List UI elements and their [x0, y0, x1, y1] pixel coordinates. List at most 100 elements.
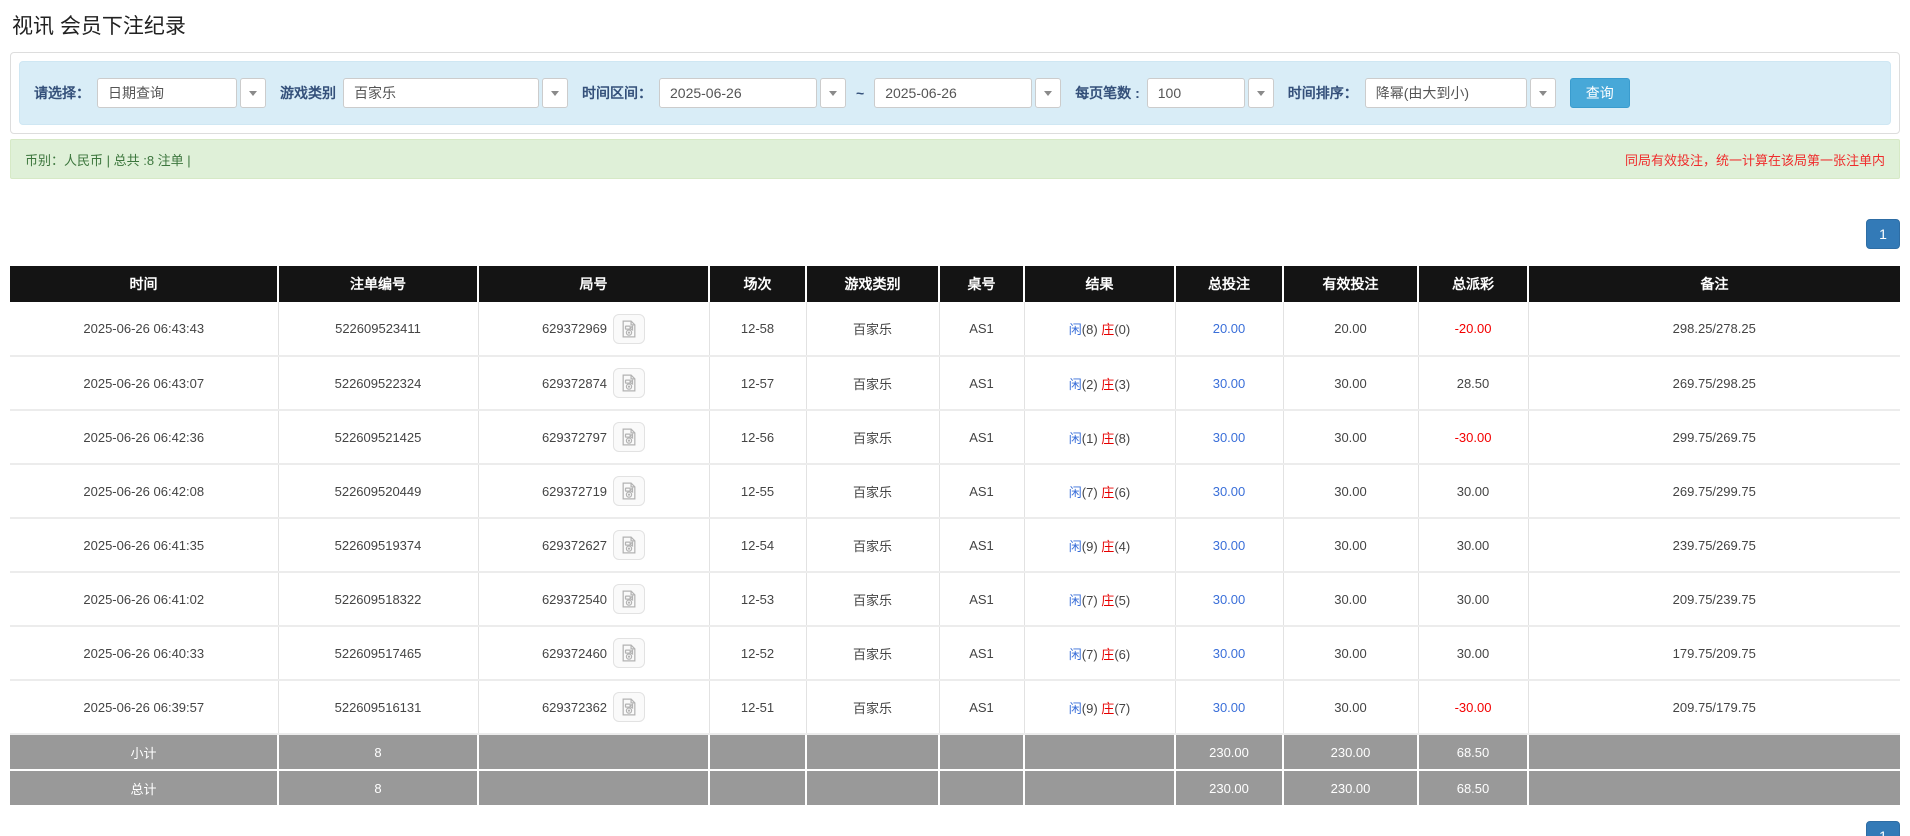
- date-from-input[interactable]: [659, 78, 817, 108]
- cell-round-id: 629372362: [478, 680, 710, 735]
- cell-valid-bet: 30.00: [1283, 356, 1419, 411]
- cell-valid-bet: 30.00: [1283, 626, 1419, 681]
- cell-time: 2025-06-26 06:43:07: [10, 356, 279, 411]
- cell-valid-bet: 30.00: [1283, 572, 1419, 627]
- round-id-value: 629372969: [541, 321, 608, 336]
- total-bet-link[interactable]: 30.00: [1213, 376, 1246, 391]
- cell-session: 12-52: [709, 626, 807, 681]
- game-type-dropdown-button[interactable]: [542, 78, 568, 108]
- video-file-icon[interactable]: [613, 313, 646, 344]
- cell-table-id: AS1: [939, 302, 1025, 357]
- cell-total-bet: 30.00: [1175, 572, 1284, 627]
- per-page-input[interactable]: [1146, 78, 1245, 108]
- cell-valid-bet: 30.00: [1283, 464, 1419, 519]
- round-id-with-video: 629372874: [541, 368, 646, 398]
- cell-bet-id: 522609522324: [278, 356, 479, 411]
- cell-payout: 30.00: [1418, 626, 1529, 681]
- cell-round-id: 629372627: [478, 518, 710, 573]
- per-page-combobox: [1146, 78, 1274, 108]
- cell-result: 闲(7) 庄(6): [1024, 626, 1176, 681]
- caret-down-icon: [1538, 90, 1547, 96]
- cell-total-bet: 30.00: [1175, 680, 1284, 735]
- date-to-input[interactable]: [874, 78, 1033, 108]
- result-banker-label: 庄: [1101, 646, 1115, 662]
- cell-payout: 30.00: [1418, 518, 1529, 573]
- cell-note: 298.25/278.25: [1528, 302, 1900, 357]
- video-file-icon[interactable]: [613, 692, 646, 722]
- query-mode-dropdown-button[interactable]: [240, 78, 266, 108]
- total-bet-link[interactable]: 30.00: [1213, 592, 1246, 607]
- round-id-with-video: 629372362: [542, 692, 646, 722]
- cell-result: [1024, 770, 1176, 807]
- cell-note: 269.75/298.25: [1528, 356, 1900, 411]
- total-bet-link[interactable]: 30.00: [1213, 700, 1246, 715]
- cell-time: 2025-06-26 06:40:33: [10, 626, 279, 681]
- video-file-icon[interactable]: [613, 368, 646, 398]
- cell-game-type: 百家乐: [806, 572, 940, 627]
- result-banker-label: 庄: [1101, 484, 1115, 500]
- video-file-icon[interactable]: [613, 584, 646, 614]
- cell-result: 闲(2) 庄(3): [1024, 356, 1176, 411]
- date-from-combobox: [659, 78, 846, 108]
- caret-down-icon: [1044, 90, 1053, 96]
- cell-note: 179.75/209.75: [1528, 626, 1900, 681]
- cell-valid-bet: 30.00: [1283, 518, 1419, 573]
- total-row: 总计 8 230.00 230.00 68.50: [10, 770, 1900, 807]
- cell-total-bet: 30.00: [1175, 464, 1284, 519]
- cell-round-id: 629372719: [478, 464, 710, 519]
- cell-note: 209.75/179.75: [1528, 680, 1900, 735]
- page-title: 视讯 会员下注纪录: [12, 15, 186, 38]
- result-player-label: 闲: [1068, 538, 1082, 554]
- cell-round-id: [478, 734, 710, 771]
- time-sort-dropdown-button[interactable]: [1529, 78, 1556, 108]
- page-1-button[interactable]: 1: [1866, 219, 1900, 249]
- summary-total-bet: 230.00: [1175, 770, 1284, 807]
- date-to-dropdown-button[interactable]: [1035, 78, 1062, 108]
- round-id-value: 629372874: [541, 375, 608, 391]
- page-1-button[interactable]: 1: [1866, 821, 1900, 836]
- video-file-icon[interactable]: [613, 530, 646, 560]
- cell-table-id: AS1: [939, 626, 1025, 681]
- header-total-bet: 总投注: [1175, 266, 1284, 302]
- cell-game-type: 百家乐: [806, 356, 940, 411]
- result-banker-label: 庄: [1101, 376, 1115, 392]
- time-sort-label: 时间排序：: [1287, 85, 1358, 101]
- time-range-label: 时间区间：: [582, 85, 652, 101]
- header-game-type: 游戏类别: [806, 266, 940, 302]
- time-sort-input[interactable]: [1364, 78, 1527, 108]
- per-page-dropdown-button[interactable]: [1247, 78, 1274, 108]
- cell-bet-id: 522609516131: [278, 680, 479, 735]
- total-bet-link[interactable]: 30.00: [1213, 646, 1246, 661]
- cell-time: 2025-06-26 06:39:57: [10, 680, 279, 735]
- cell-game-type: [806, 734, 940, 771]
- cell-note: [1528, 770, 1900, 807]
- date-from-dropdown-button[interactable]: [820, 78, 846, 108]
- video-file-icon[interactable]: [613, 476, 646, 506]
- cell-round-id: 629372969: [478, 302, 710, 357]
- video-file-icon[interactable]: [613, 638, 646, 668]
- cell-session: 12-56: [709, 410, 807, 465]
- result-player-label: 闲: [1068, 376, 1082, 392]
- cell-game-type: 百家乐: [806, 518, 940, 573]
- result-player-label: 闲: [1068, 646, 1082, 662]
- summary-count: 8: [278, 734, 479, 771]
- total-bet-link[interactable]: 30.00: [1213, 484, 1246, 499]
- cell-game-type: 百家乐: [806, 464, 940, 519]
- cell-session: 12-55: [709, 464, 807, 519]
- total-bet-link[interactable]: 20.00: [1213, 321, 1246, 336]
- round-id-with-video: 629372797: [542, 422, 646, 452]
- cell-total-bet: 30.00: [1175, 410, 1284, 465]
- caret-down-icon: [249, 90, 257, 96]
- video-file-icon[interactable]: [613, 422, 646, 452]
- result-banker-score: (0): [1114, 322, 1131, 337]
- cell-valid-bet: 30.00: [1283, 680, 1419, 735]
- total-bet-link[interactable]: 30.00: [1213, 538, 1246, 553]
- table-body: 2025-06-26 06:43:43 522609523411 629372969…: [10, 302, 1900, 807]
- table-header-row: 时间 注单编号 局号 场次 游戏类别 桌号 结果 总投注 有效投注 总派彩 备注: [10, 266, 1900, 302]
- total-bet-link[interactable]: 30.00: [1213, 430, 1246, 445]
- query-mode-input[interactable]: [97, 78, 237, 108]
- date-range-separator: ~: [856, 85, 865, 101]
- cell-total-bet: 30.00: [1175, 626, 1284, 681]
- search-button[interactable]: 查询: [1569, 78, 1630, 108]
- game-type-input[interactable]: [343, 78, 539, 108]
